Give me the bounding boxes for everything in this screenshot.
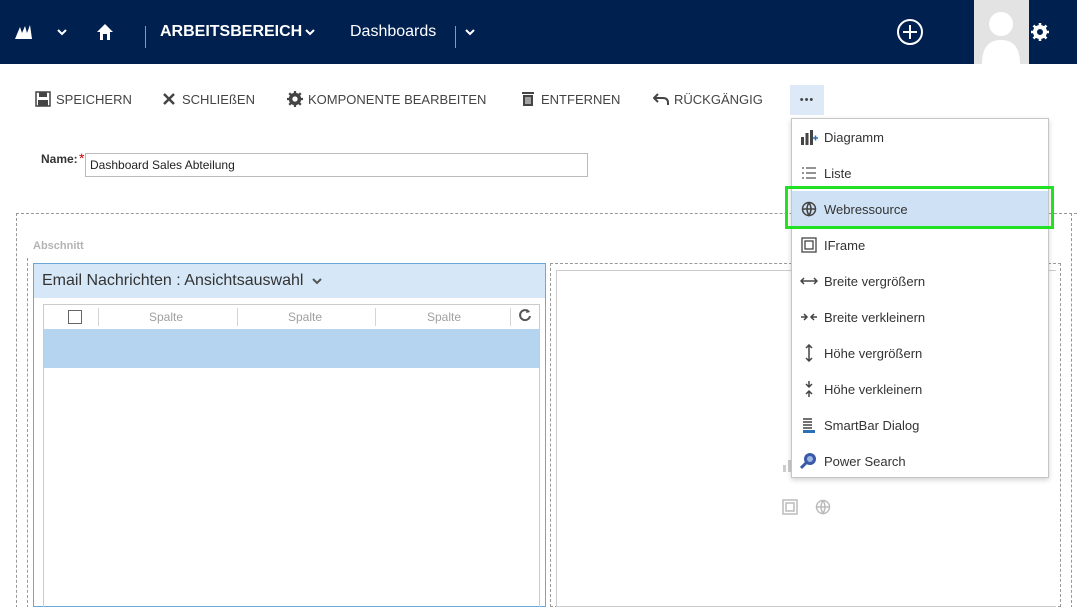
power-search-icon bbox=[800, 452, 818, 470]
chart-icon bbox=[800, 128, 818, 146]
list-component[interactable]: Email Nachrichten : Ansichtsauswahl Spal… bbox=[33, 263, 546, 607]
menu-item-breite-vergroessern[interactable]: Breite vergrößern bbox=[792, 263, 1048, 299]
required-marker: * bbox=[79, 150, 85, 166]
gear-icon bbox=[286, 90, 304, 108]
chevron-down-icon[interactable] bbox=[464, 0, 480, 64]
column-header[interactable]: Spalte bbox=[427, 310, 461, 326]
column-divider bbox=[98, 308, 99, 326]
chevron-down-icon[interactable] bbox=[56, 0, 74, 64]
column-header[interactable]: Spalte bbox=[288, 310, 322, 326]
menu-item-breite-verkleinern[interactable]: Breite verkleinern bbox=[792, 299, 1048, 335]
chevron-down-icon[interactable] bbox=[304, 0, 320, 64]
section-label: Abschnitt bbox=[33, 240, 84, 252]
nav-divider bbox=[145, 26, 146, 48]
top-nav-bar: ARBEITSBEREICH Dashboards bbox=[0, 0, 1077, 64]
user-avatar[interactable] bbox=[974, 0, 1029, 64]
column-divider bbox=[510, 308, 511, 326]
widen-icon bbox=[800, 272, 818, 290]
menu-item-power-search[interactable]: Power Search bbox=[792, 443, 1048, 479]
undo-icon bbox=[652, 90, 670, 108]
list-icon bbox=[800, 164, 818, 182]
save-button[interactable]: SPEICHERN bbox=[34, 78, 132, 120]
insert-component-menu: Diagramm Liste Webressource IFrame Breit… bbox=[791, 118, 1049, 478]
column-divider bbox=[375, 308, 376, 326]
menu-item-liste[interactable]: Liste bbox=[792, 155, 1048, 191]
iframe-icon bbox=[800, 236, 818, 254]
undo-button[interactable]: RÜCKGÄNGIG bbox=[652, 78, 763, 120]
create-new-plus-icon[interactable] bbox=[896, 0, 932, 64]
table-row[interactable] bbox=[44, 329, 539, 368]
dashboard-name-input[interactable] bbox=[85, 153, 588, 177]
refresh-icon[interactable] bbox=[518, 308, 534, 324]
command-bar: SPEICHERN SCHLIEßEN KOMPONENTE BEARBEITE… bbox=[0, 78, 1077, 120]
column-divider bbox=[237, 308, 238, 326]
column-header[interactable]: Spalte bbox=[149, 310, 183, 326]
dashboards-breadcrumb[interactable]: Dashboards bbox=[350, 0, 436, 64]
shorter-icon bbox=[800, 380, 818, 398]
smartbar-icon bbox=[800, 416, 818, 434]
settings-gear-icon[interactable] bbox=[1031, 0, 1061, 64]
name-label: Name: bbox=[41, 152, 78, 166]
close-icon bbox=[160, 90, 178, 108]
nav-divider bbox=[455, 26, 456, 48]
menu-item-diagramm[interactable]: Diagramm bbox=[792, 119, 1048, 155]
iframe-icon[interactable] bbox=[782, 499, 800, 517]
view-selector[interactable]: Email Nachrichten : Ansichtsauswahl bbox=[34, 264, 545, 298]
chevron-down-icon bbox=[311, 277, 323, 285]
menu-item-smartbar-dialog[interactable]: SmartBar Dialog bbox=[792, 407, 1048, 443]
dynamics-logo-icon[interactable] bbox=[14, 0, 48, 64]
menu-item-iframe[interactable]: IFrame bbox=[792, 227, 1048, 263]
workspace-menu[interactable]: ARBEITSBEREICH bbox=[160, 0, 302, 64]
section-inner-border bbox=[27, 258, 28, 607]
select-all-checkbox[interactable] bbox=[68, 310, 82, 324]
globe-icon[interactable] bbox=[815, 499, 833, 517]
menu-item-hoehe-verkleinern[interactable]: Höhe verkleinern bbox=[792, 371, 1048, 407]
save-icon bbox=[34, 90, 52, 108]
more-commands-button[interactable]: ••• bbox=[790, 85, 824, 115]
records-grid: Spalte Spalte Spalte bbox=[43, 304, 540, 607]
globe-icon bbox=[800, 200, 818, 218]
menu-item-hoehe-vergroessern[interactable]: Höhe vergrößern bbox=[792, 335, 1048, 371]
remove-button[interactable]: ENTFERNEN bbox=[519, 78, 620, 120]
grid-header: Spalte Spalte Spalte bbox=[44, 305, 539, 329]
section-border bbox=[1071, 213, 1072, 607]
edit-component-button[interactable]: KOMPONENTE BEARBEITEN bbox=[286, 78, 486, 120]
narrow-icon bbox=[800, 308, 818, 326]
close-button[interactable]: SCHLIEßEN bbox=[160, 78, 255, 120]
home-icon[interactable] bbox=[96, 0, 120, 64]
taller-icon bbox=[800, 344, 818, 362]
menu-item-webressource[interactable]: Webressource bbox=[792, 191, 1048, 227]
trash-icon bbox=[519, 90, 537, 108]
